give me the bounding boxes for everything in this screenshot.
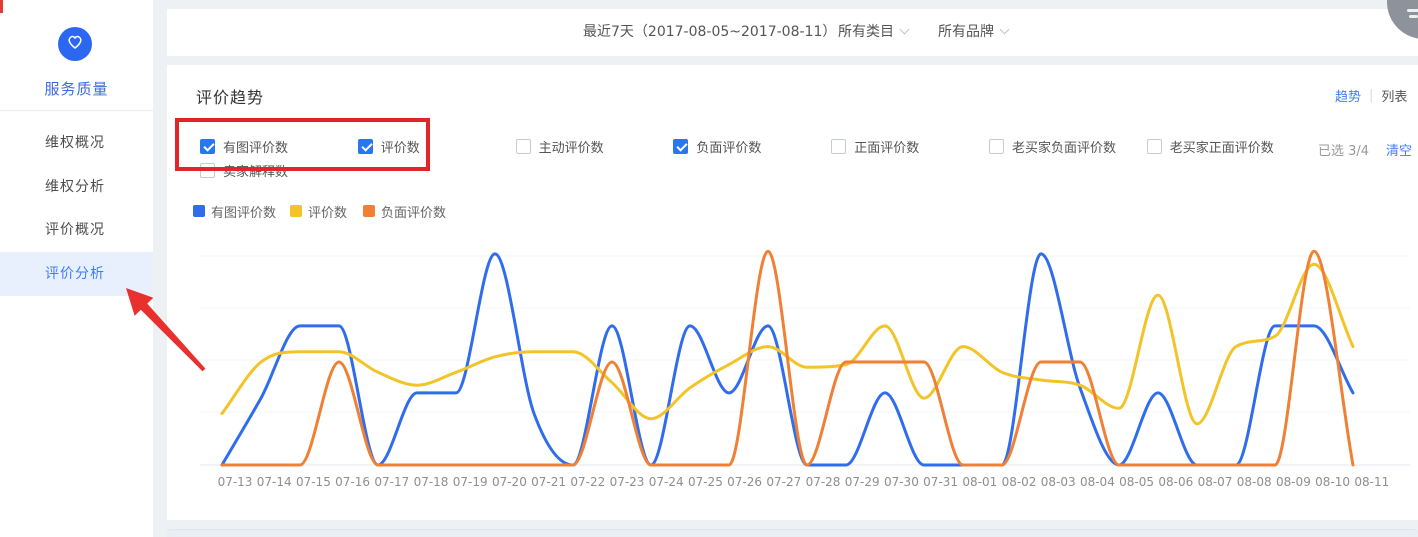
x-axis-tick-label: 07-19: [453, 475, 488, 489]
date-range-value: 最近7天（2017-08-05~2017-08-11）: [583, 21, 836, 41]
x-axis-tick-label: 07-26: [727, 475, 762, 489]
x-axis-tick-label: 07-18: [414, 475, 449, 489]
widget-glyph: [1409, 15, 1418, 18]
legend-swatch-icon: [363, 205, 375, 217]
next-panel-edge: [167, 529, 1418, 537]
checkbox-checked-icon[interactable]: [200, 139, 215, 154]
x-axis-tick-label: 07-28: [806, 475, 841, 489]
x-axis-tick-label: 07-17: [374, 475, 409, 489]
category-value: 所有类目: [838, 21, 894, 41]
metric-checkbox-label: 主动评价数: [539, 137, 604, 156]
x-axis-tick-label: 07-29: [845, 475, 880, 489]
sidebar-item-0[interactable]: 维权概况: [0, 121, 153, 165]
chevron-down-icon: [1000, 24, 1010, 34]
chevron-down-icon: [900, 24, 910, 34]
x-axis-tick-label: 07-25: [688, 475, 723, 489]
x-axis-tick-label: 08-03: [1041, 475, 1076, 489]
legend-label: 负面评价数: [381, 202, 446, 221]
metric-checkbox-label: 卖家解释数: [223, 161, 288, 180]
metric-checkbox-0[interactable]: 有图评价数: [200, 138, 288, 154]
x-axis-tick-label: 07-13: [218, 475, 253, 489]
x-axis-tick-label: 07-16: [335, 475, 370, 489]
legend-item-1[interactable]: 评价数: [290, 204, 347, 218]
x-axis-tick-label: 07-24: [649, 475, 684, 489]
x-axis-tick-label: 07-22: [570, 475, 605, 489]
app-root: 服务质量 维权概况维权分析评价概况评价分析 最近7天（2017-08-05~20…: [0, 0, 1418, 537]
legend-swatch-icon: [290, 205, 302, 217]
brand-dropdown[interactable]: 所有品牌: [938, 21, 1008, 41]
annotation-red-sliver: [0, 0, 3, 13]
service-quality-logo: [58, 27, 92, 61]
checkbox-checked-icon[interactable]: [358, 139, 373, 154]
checkbox-unchecked-icon[interactable]: [831, 139, 846, 154]
sidebar-item-3[interactable]: 评价分析: [0, 252, 153, 296]
metric-checkbox-1[interactable]: 评价数: [358, 138, 420, 154]
page-title: 评价趋势: [196, 84, 264, 108]
legend-label: 有图评价数: [211, 202, 276, 221]
x-axis-tick-label: 07-31: [923, 475, 958, 489]
sidebar-item-1[interactable]: 维权分析: [0, 165, 153, 209]
tab-trend[interactable]: 趋势: [1335, 86, 1361, 105]
checkbox-unchecked-icon[interactable]: [1147, 139, 1162, 154]
widget-glyph: [1407, 9, 1418, 12]
metric-checkbox-label: 负面评价数: [696, 137, 761, 156]
metric-checkbox-label: 老买家负面评价数: [1012, 137, 1116, 156]
x-axis-tick-label: 07-14: [257, 475, 292, 489]
x-axis-tick-label: 08-02: [1002, 475, 1037, 489]
x-axis-tick-label: 08-06: [1158, 475, 1193, 489]
selection-status: 已选 3/4: [1318, 140, 1369, 159]
metric-checkbox-label: 评价数: [381, 137, 420, 156]
checkbox-unchecked-icon[interactable]: [200, 163, 215, 178]
sidebar-title: 服务质量: [0, 78, 153, 99]
metric-checkbox-6[interactable]: 老买家正面评价数: [1147, 138, 1274, 154]
checkbox-unchecked-icon[interactable]: [989, 139, 1004, 154]
x-axis-tick-label: 08-08: [1237, 475, 1272, 489]
x-axis-tick-label: 07-27: [766, 475, 801, 489]
checkbox-checked-icon[interactable]: [673, 139, 688, 154]
x-axis-tick-label: 08-10: [1315, 475, 1350, 489]
toggle-divider: |: [1369, 88, 1373, 103]
metric-checkbox-7[interactable]: 卖家解释数: [200, 162, 288, 178]
heart-icon: [65, 32, 85, 56]
x-axis-tick-label: 07-23: [610, 475, 645, 489]
x-axis-tick-label: 07-15: [296, 475, 331, 489]
legend-swatch-icon: [193, 205, 205, 217]
metric-checkbox-3[interactable]: 负面评价数: [673, 138, 761, 154]
line-series-2: [222, 251, 1353, 465]
category-dropdown[interactable]: 所有类目: [838, 21, 908, 41]
x-axis-tick-label: 07-20: [492, 475, 527, 489]
x-axis-tick-label: 08-05: [1119, 475, 1154, 489]
sidebar-divider: [0, 110, 153, 111]
metric-checkbox-label: 老买家正面评价数: [1170, 137, 1274, 156]
sidebar-item-2[interactable]: 评价概况: [0, 208, 153, 252]
x-axis-tick-label: 08-01: [962, 475, 997, 489]
x-axis-tick-label: 07-21: [531, 475, 566, 489]
x-axis-tick-label: 08-07: [1198, 475, 1233, 489]
legend-label: 评价数: [308, 202, 347, 221]
tab-list[interactable]: 列表: [1381, 86, 1407, 105]
clear-selection-link[interactable]: 清空: [1386, 140, 1412, 159]
legend-item-2[interactable]: 负面评价数: [363, 204, 446, 218]
x-axis-tick-label: 08-04: [1080, 475, 1115, 489]
x-axis-tick-label: 07-30: [884, 475, 919, 489]
metric-checkbox-label: 正面评价数: [854, 137, 919, 156]
view-toggle: 趋势 | 列表: [1335, 86, 1407, 105]
metric-checkbox-2[interactable]: 主动评价数: [516, 138, 604, 154]
date-range-dropdown[interactable]: 最近7天（2017-08-05~2017-08-11）: [583, 21, 850, 41]
x-axis-tick-label: 08-11: [1354, 475, 1389, 489]
checkbox-unchecked-icon[interactable]: [516, 139, 531, 154]
legend-item-0[interactable]: 有图评价数: [193, 204, 276, 218]
trend-line-chart: 07-13 07-14 07-15 07-16 07-17 07-18 07-19 07-20…: [190, 235, 1418, 500]
metric-checkbox-4[interactable]: 正面评价数: [831, 138, 919, 154]
x-axis-tick-label: 08-09: [1276, 475, 1311, 489]
brand-value: 所有品牌: [938, 21, 994, 41]
metric-checkbox-5[interactable]: 老买家负面评价数: [989, 138, 1116, 154]
metric-checkbox-label: 有图评价数: [223, 137, 288, 156]
